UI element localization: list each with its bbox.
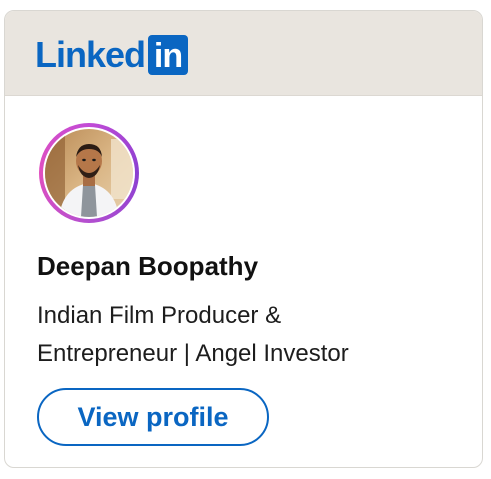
avatar[interactable] bbox=[45, 129, 133, 217]
profile-name[interactable]: Deepan Boopathy bbox=[37, 251, 258, 282]
linkedin-logo-text: Linked bbox=[35, 34, 146, 75]
view-profile-label: View profile bbox=[77, 401, 229, 432]
view-profile-button[interactable]: View profile bbox=[37, 388, 269, 446]
avatar-ring bbox=[39, 123, 139, 223]
linkedin-logo[interactable]: Linked in bbox=[35, 34, 189, 76]
linkedin-profile-badge: Linked in Deepan Boopathy Indian Film Pr… bbox=[4, 10, 483, 468]
profile-headline: Indian Film Producer & Entrepreneur | An… bbox=[37, 297, 457, 373]
linkedin-logo-mark: in bbox=[148, 35, 189, 75]
avatar-photo-image bbox=[45, 129, 133, 217]
headline-line: Entrepreneur | Angel Investor bbox=[37, 340, 349, 367]
linkedin-logo-mark-text: in bbox=[153, 37, 183, 75]
badge-header: Linked in bbox=[5, 11, 482, 96]
headline-line: Indian Film Producer & bbox=[37, 302, 282, 329]
